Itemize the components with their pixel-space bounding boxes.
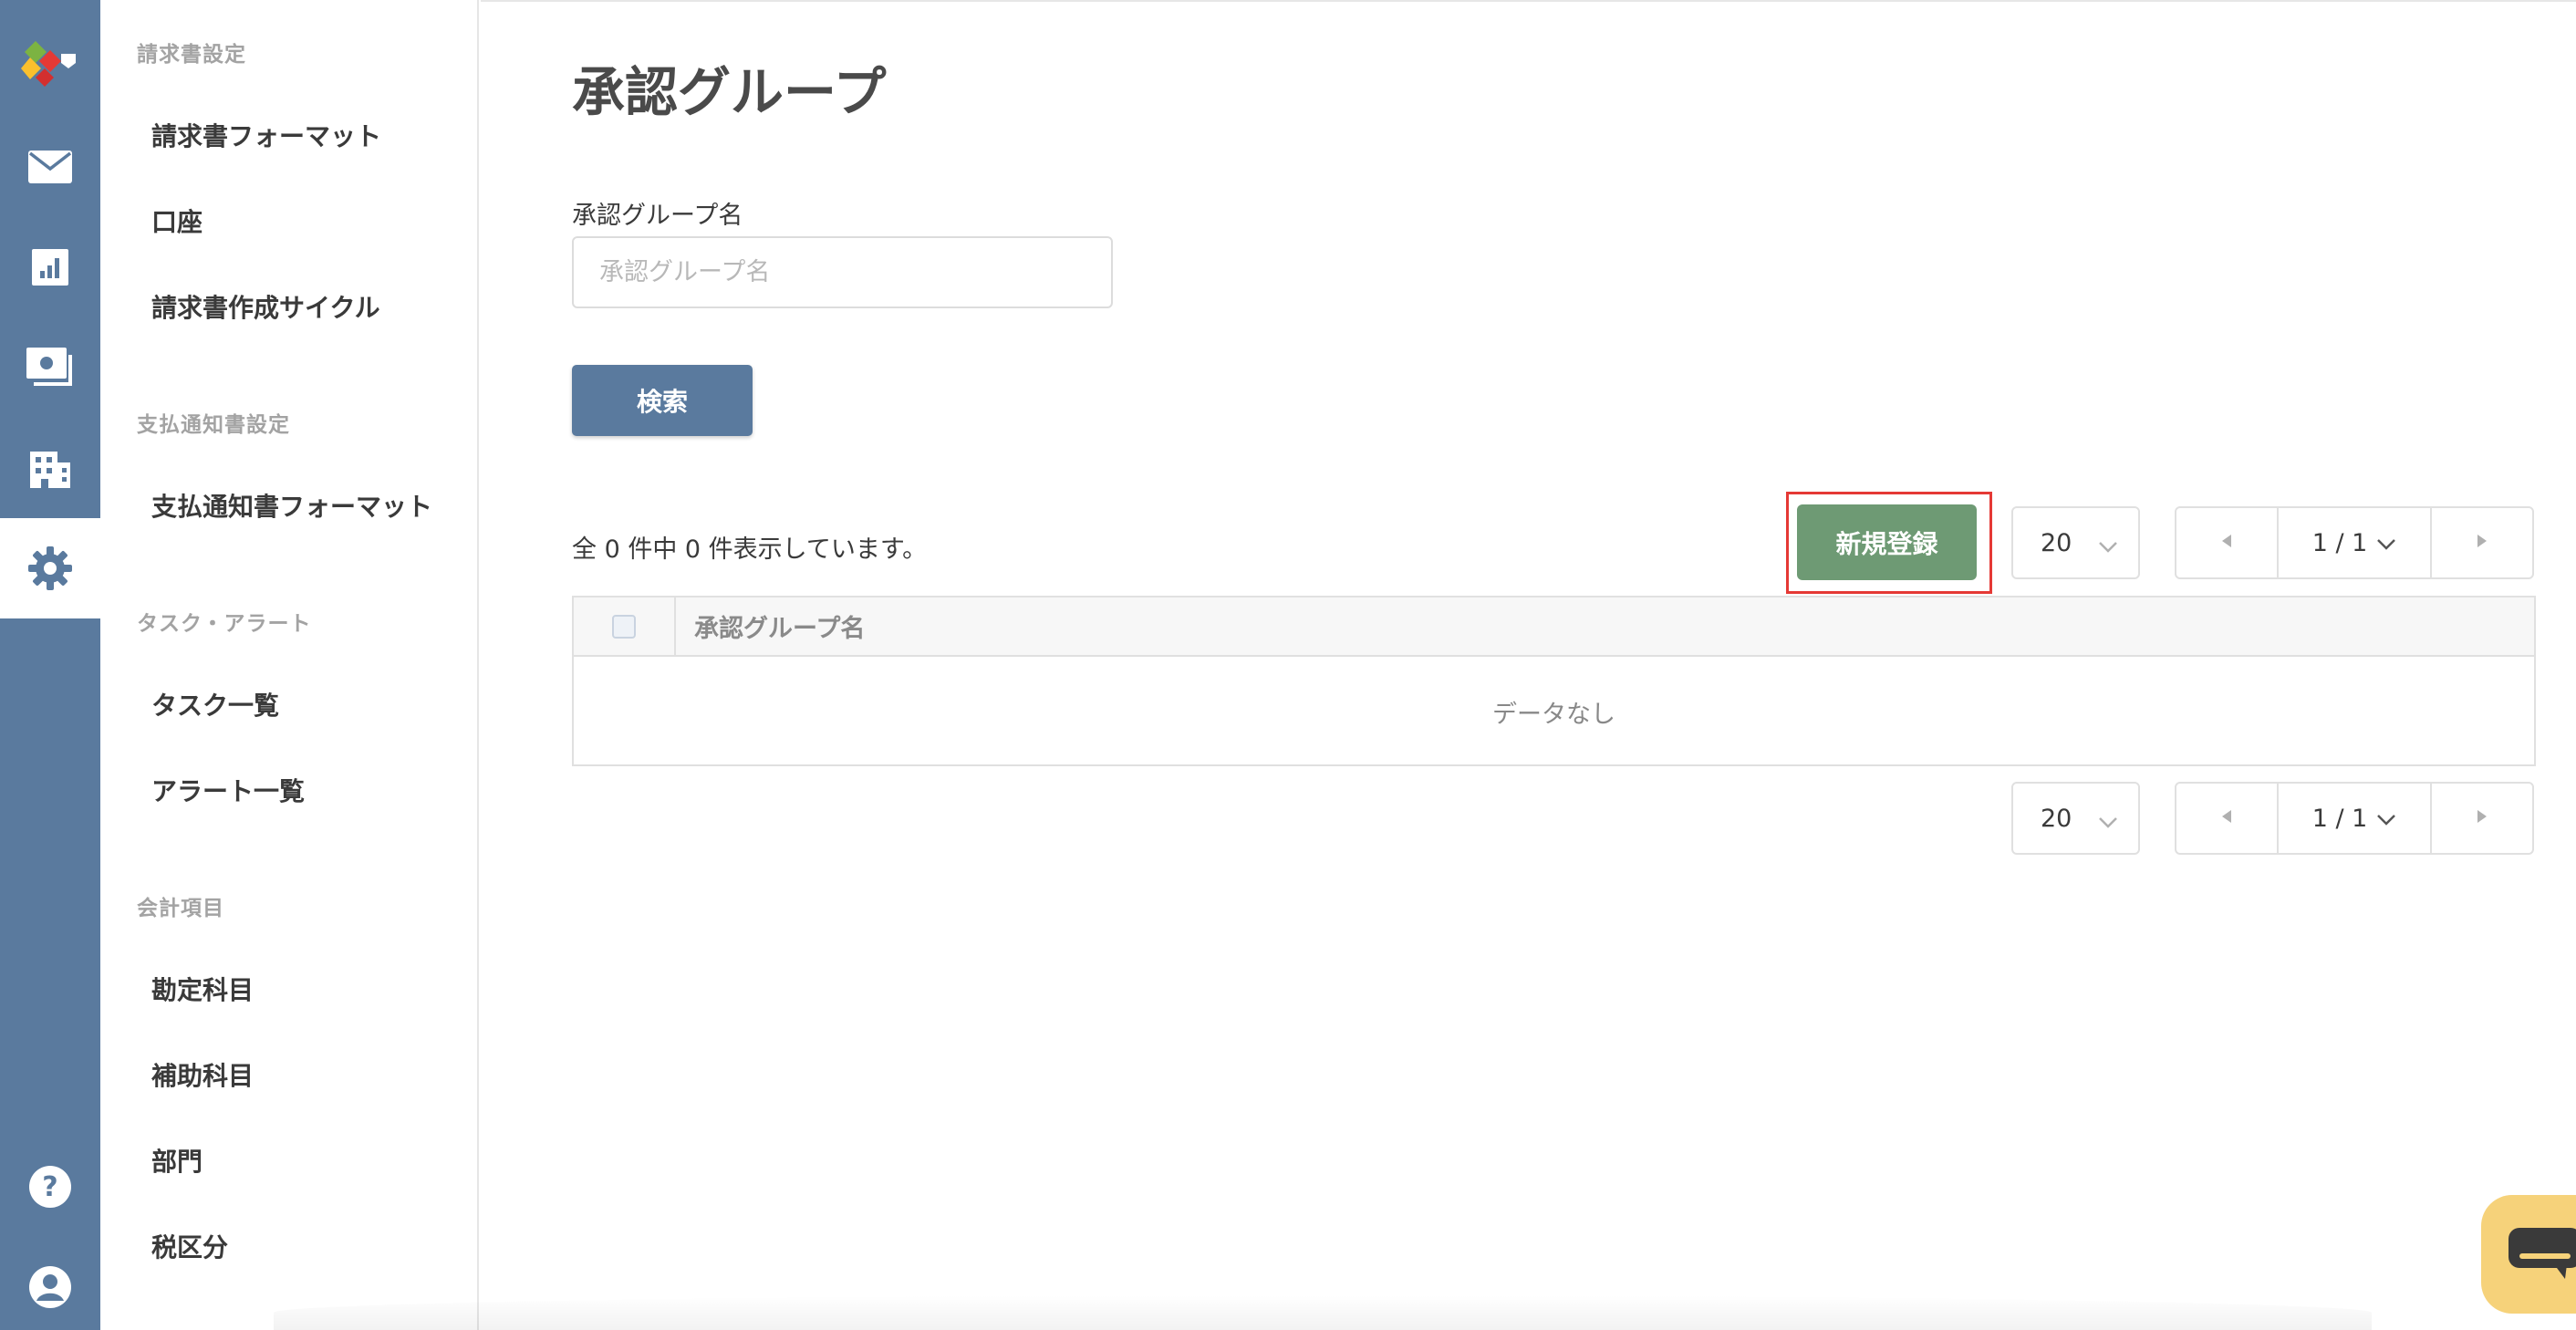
caret-right-icon [2477,534,2488,552]
empty-state-text: データなし [1492,700,1615,729]
group-name-search-input[interactable] [572,236,1113,308]
invoice-icon[interactable] [0,317,100,418]
sidebar-item-payment-notice-format[interactable]: 支払通知書フォーマット [151,487,432,524]
result-count-text: 全 0 件中 0 件表示しています。 [572,535,928,564]
column-header-group-name[interactable]: 承認グループ名 [676,597,865,655]
sidebar-item-sub-accounts[interactable]: 補助科目 [151,1056,254,1093]
search-button[interactable]: 検索 [572,365,753,436]
report-chart-icon[interactable] [0,217,100,317]
sidebar-item-tax-categories[interactable]: 税区分 [151,1228,228,1264]
sidebar-item-invoice-format[interactable]: 請求書フォーマット [151,117,381,153]
chevron-down-icon [2098,807,2118,836]
app-window: ? 請求書設定 請求書フォーマット 口座 請求書作成サイクル 支払通知書設定 支… [0,0,2576,1330]
sidebar-section-invoice-settings: 請求書設定 [137,43,246,67]
per-page-select-bottom[interactable]: 20 [2011,782,2140,855]
page-indicator: 1 / 1 [2311,804,2368,833]
prev-page-button[interactable] [2176,508,2277,577]
page-select-top[interactable]: 1 / 1 [2277,508,2432,577]
chevron-down-icon [2376,529,2396,557]
pagination-top: 1 / 1 [2175,506,2534,579]
search-field-label: 承認グループ名 [572,202,743,230]
sidebar-item-task-list[interactable]: タスク一覧 [151,686,279,722]
chevron-down-icon [2098,532,2118,560]
caret-left-icon [2221,534,2232,552]
chevron-down-icon [2376,805,2396,833]
bottom-shadow [274,1295,2372,1330]
gear-icon[interactable] [0,518,100,618]
page-title: 承認グループ [572,61,887,123]
new-registration-button[interactable]: 新規登録 [1797,504,1977,580]
sidebar-section-payment-notice-settings: 支払通知書設定 [137,413,290,437]
icon-rail: ? [0,0,100,1330]
main-content: 承認グループ 承認グループ名 検索 全 0 件中 0 件表示しています。 新規登… [481,0,2576,1330]
prev-page-button[interactable] [2176,784,2277,853]
svg-text:?: ? [42,1171,57,1203]
sidebar-item-alert-list[interactable]: アラート一覧 [151,772,305,808]
sidebar-section-accounting: 会計項目 [137,897,224,920]
sidebar-item-account-titles[interactable]: 勘定科目 [151,971,254,1007]
page-select-bottom[interactable]: 1 / 1 [2277,784,2432,853]
account-icon[interactable] [0,1237,100,1330]
pagination-bottom: 1 / 1 [2175,782,2534,855]
select-all-cell [574,597,676,655]
next-page-button[interactable] [2432,508,2532,577]
approval-group-table: 承認グループ名 データなし [572,596,2536,766]
mail-icon[interactable] [0,117,100,217]
caret-right-icon [2477,809,2488,827]
sidebar-item-bank-account[interactable]: 口座 [151,203,203,239]
chat-widget-button[interactable] [2481,1195,2576,1314]
help-icon[interactable]: ? [0,1137,100,1237]
caret-left-icon [2221,809,2232,827]
sidebar-section-task-alert: タスク・アラート [137,612,312,636]
table-header: 承認グループ名 [574,597,2534,657]
app-logo-icon[interactable] [0,13,100,113]
per-page-value: 20 [2041,804,2072,833]
sidebar-item-invoice-cycle[interactable]: 請求書作成サイクル [151,288,380,325]
building-icon[interactable] [0,418,100,518]
per-page-select-top[interactable]: 20 [2011,506,2140,579]
page-indicator: 1 / 1 [2311,528,2368,557]
sidebar-item-departments[interactable]: 部門 [151,1142,203,1179]
settings-sidebar: 請求書設定 請求書フォーマット 口座 請求書作成サイクル 支払通知書設定 支払通… [100,0,479,1330]
per-page-value: 20 [2041,528,2072,557]
select-all-checkbox[interactable] [612,614,636,639]
next-page-button[interactable] [2432,784,2532,853]
